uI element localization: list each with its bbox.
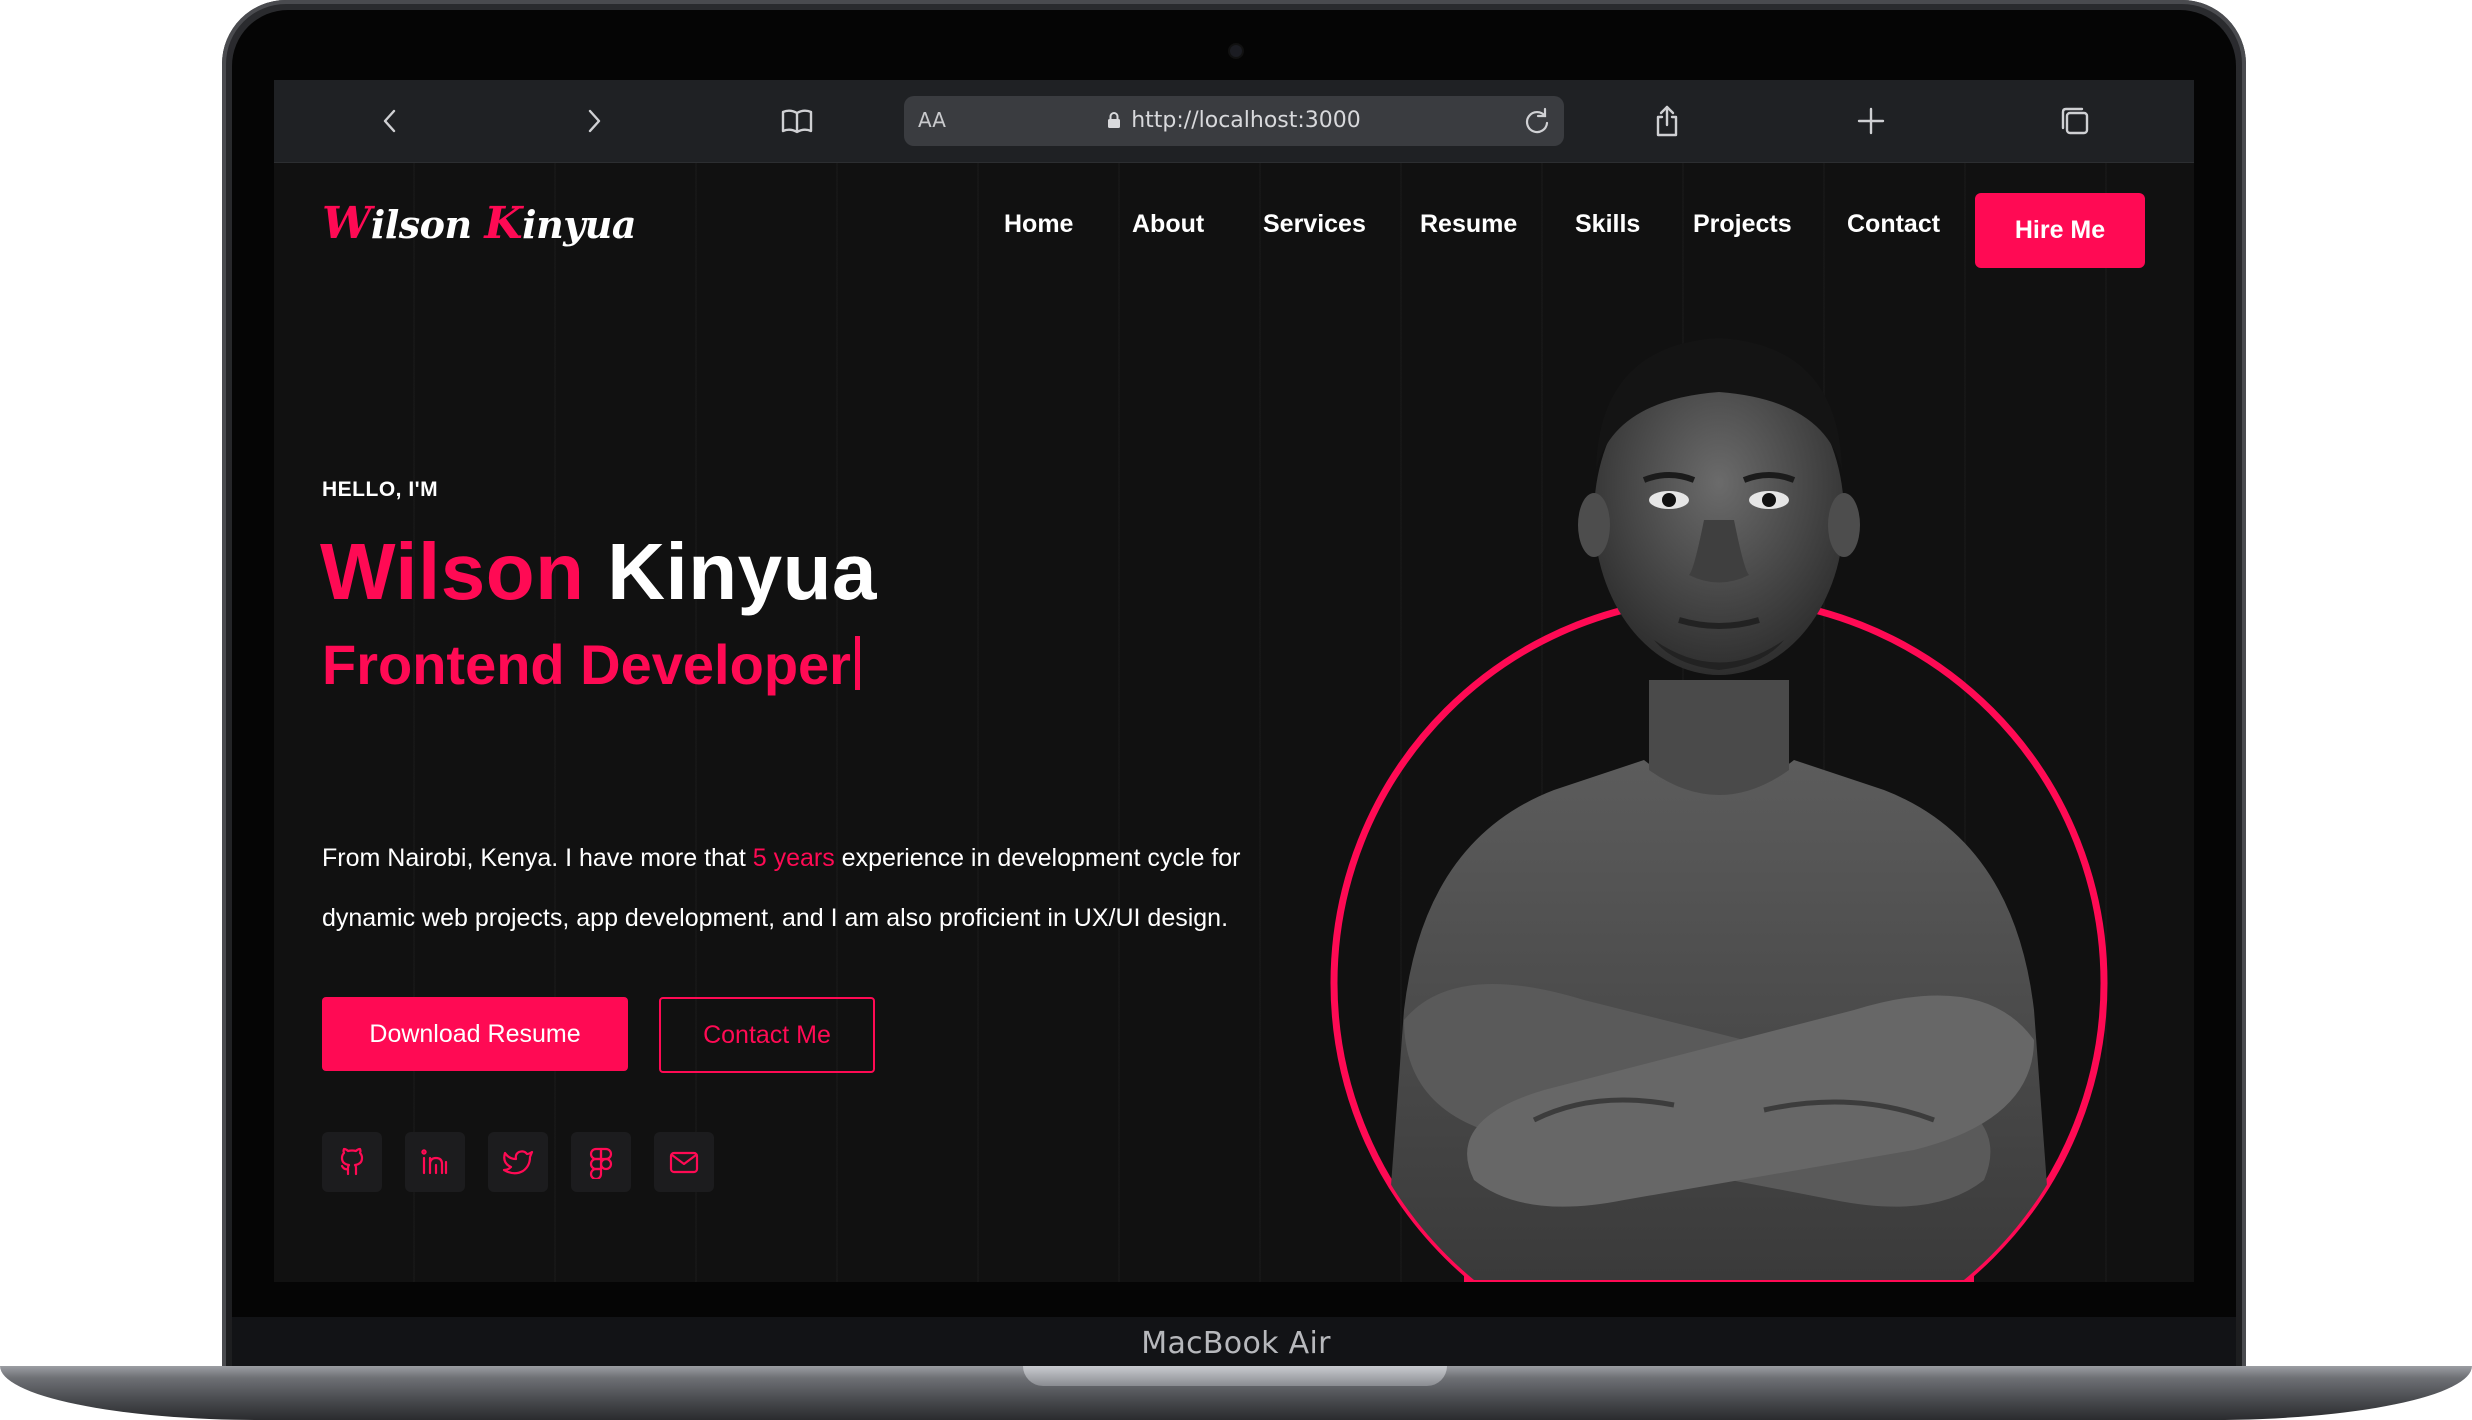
nav-contact[interactable]: Contact xyxy=(1847,210,1940,239)
browser-screen: AA http://localhost:3000 Wilson Kinyua H… xyxy=(274,80,2194,1282)
chevron-right-icon xyxy=(588,109,601,133)
twitter-icon xyxy=(502,1150,534,1175)
address-bar[interactable]: AA http://localhost:3000 xyxy=(904,96,1564,146)
new-tab-button[interactable] xyxy=(1851,101,1891,141)
back-button[interactable] xyxy=(371,101,411,141)
nav-services[interactable]: Services xyxy=(1263,210,1366,239)
hero-last-name: Kinyua xyxy=(607,527,877,616)
linkedin-icon xyxy=(421,1149,448,1175)
linkedin-link[interactable] xyxy=(405,1132,465,1192)
twitter-link[interactable] xyxy=(488,1132,548,1192)
download-resume-button[interactable]: Download Resume xyxy=(322,997,628,1071)
figma-link[interactable] xyxy=(571,1132,631,1192)
nav-home[interactable]: Home xyxy=(1004,210,1073,239)
url-display[interactable]: http://localhost:3000 xyxy=(904,108,1564,133)
share-button[interactable] xyxy=(1647,101,1687,141)
browser-toolbar: AA http://localhost:3000 xyxy=(274,80,2194,163)
nav-skills[interactable]: Skills xyxy=(1575,210,1640,239)
hero-role-text: Frontend Developer xyxy=(322,633,851,696)
plus-icon xyxy=(1857,107,1885,135)
hero-first-name: Wilson xyxy=(320,527,585,616)
profile-portrait xyxy=(1294,320,2114,1282)
hero-eyebrow: HELLO, I'M xyxy=(322,478,439,501)
tabs-icon xyxy=(2061,107,2089,135)
hero-role: Frontend Developer xyxy=(322,632,860,697)
github-link[interactable] xyxy=(322,1132,382,1192)
nav-about[interactable]: About xyxy=(1132,210,1204,239)
laptop-notch xyxy=(1023,1366,1447,1386)
tabs-overview-button[interactable] xyxy=(2055,101,2095,141)
bio-text-start: From Nairobi, Kenya. I have more that xyxy=(322,844,753,872)
chevron-left-icon xyxy=(383,109,396,133)
github-icon xyxy=(340,1147,364,1176)
email-link[interactable] xyxy=(654,1132,714,1192)
main-nav: Home About Services Resume Skills Projec… xyxy=(274,210,2194,250)
bookmarks-button[interactable] xyxy=(777,101,817,141)
portrait-illustration xyxy=(1330,338,2108,1282)
nav-projects[interactable]: Projects xyxy=(1693,210,1792,239)
lock-icon xyxy=(1108,112,1121,128)
url-text: http://localhost:3000 xyxy=(1131,108,1361,133)
contact-me-button[interactable]: Contact Me xyxy=(659,997,875,1073)
nav-resume[interactable]: Resume xyxy=(1420,210,1517,239)
share-icon xyxy=(1656,105,1678,137)
figma-icon xyxy=(589,1147,613,1179)
camera-icon xyxy=(1230,45,1242,57)
hire-me-button[interactable]: Hire Me xyxy=(1975,193,2145,268)
mail-icon xyxy=(669,1151,699,1174)
device-model-label: MacBook Air xyxy=(1141,1326,1331,1361)
typing-cursor xyxy=(854,636,860,690)
reload-icon xyxy=(1525,107,1549,134)
book-icon xyxy=(781,109,813,134)
forward-button[interactable] xyxy=(574,101,614,141)
hero-bio: From Nairobi, Kenya. I have more that 5 … xyxy=(322,828,1252,948)
hero-name: Wilson Kinyua xyxy=(320,526,877,618)
reload-button[interactable] xyxy=(1520,104,1554,138)
bio-highlight: 5 years xyxy=(752,844,835,872)
